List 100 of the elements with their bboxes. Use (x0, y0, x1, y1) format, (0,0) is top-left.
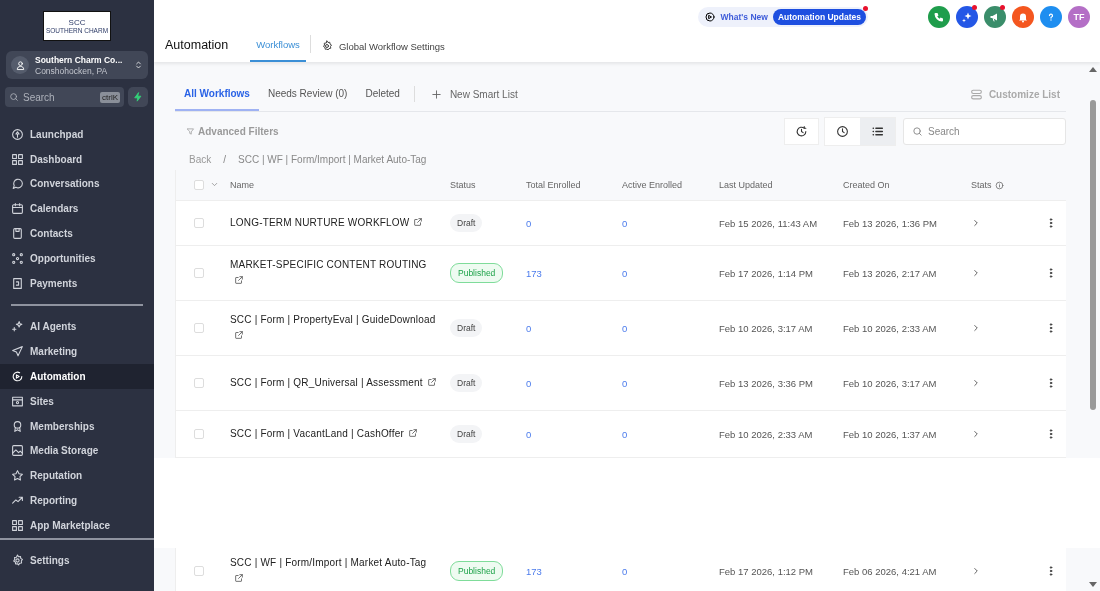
status-badge: Draft (450, 425, 483, 443)
chevron-right-icon[interactable] (971, 323, 981, 333)
nav-item[interactable]: Dashboard (0, 146, 154, 172)
user-icon (14, 59, 26, 71)
external-link-icon[interactable] (234, 572, 244, 583)
active-enrolled-link[interactable]: 0 (622, 267, 719, 279)
scroll-down-icon[interactable] (1089, 582, 1097, 587)
total-enrolled-link[interactable]: 0 (526, 428, 622, 440)
workflow-name[interactable]: SCC | Form | PropertyEval | GuideDownload (230, 313, 436, 325)
chevron-right-icon[interactable] (971, 378, 981, 388)
settings-icon (320, 40, 333, 52)
search-field[interactable]: Search (903, 117, 1066, 145)
bell-button[interactable] (1012, 6, 1034, 28)
external-link-icon[interactable] (407, 427, 418, 438)
active-enrolled-link[interactable]: 0 (622, 217, 719, 229)
workflow-name[interactable]: MARKET-SPECIFIC CONTENT ROUTING (230, 258, 427, 270)
nav-item[interactable]: Calendars (0, 196, 154, 222)
view-toggle[interactable] (860, 117, 895, 145)
paper-plane-icon (11, 345, 24, 359)
table-cell-text: Feb 15 2026, 11:43 AM (719, 217, 819, 229)
row-checkbox[interactable] (194, 429, 204, 439)
nav-item[interactable]: Marketing (0, 339, 154, 365)
search-field[interactable]: Search ctrlK (5, 87, 124, 107)
nav-item[interactable]: Automation (0, 364, 154, 389)
page-title: Automation (165, 38, 229, 54)
select-all-checkbox[interactable] (194, 180, 204, 190)
total-enrolled-link[interactable]: 0 (526, 322, 622, 334)
workflow-name[interactable]: LONG-TERM NURTURE WORKFLOW (230, 216, 410, 228)
active-enrolled-link[interactable]: 0 (622, 565, 719, 577)
nodes-icon (11, 251, 24, 265)
megaphone-button[interactable] (984, 6, 1006, 28)
nav-item[interactable]: Reputation (0, 463, 154, 489)
nav-item[interactable]: Media Storage (0, 438, 154, 464)
chevron-right-icon[interactable] (971, 429, 981, 439)
scroll-up-icon[interactable] (1089, 67, 1097, 72)
nav-item[interactable]: Memberships (0, 413, 154, 439)
row-checkbox[interactable] (194, 268, 204, 278)
row-checkbox[interactable] (194, 323, 204, 333)
list-tab[interactable]: Needs Review (0) (258, 77, 357, 111)
list-tab[interactable]: Deleted (356, 77, 409, 111)
image-icon (11, 444, 24, 458)
header-tab[interactable]: Workflows (250, 39, 306, 62)
workflow-name[interactable]: SCC | Form | VacantLand | CashOffer (230, 427, 404, 439)
total-enrolled-link[interactable]: 173 (526, 565, 622, 577)
new-smart-list-button[interactable]: New Smart List (424, 87, 524, 101)
sparkle-button[interactable] (956, 6, 978, 28)
nav-item[interactable]: Reporting (0, 488, 154, 513)
settings-link[interactable]: Global Workflow Settings (320, 40, 445, 62)
list-tab[interactable]: All Workflows (175, 77, 259, 111)
phone-button[interactable] (928, 6, 950, 28)
plus-icon (430, 88, 442, 100)
nav-item[interactable]: Opportunities (0, 246, 154, 271)
nav-item[interactable]: Conversations (0, 171, 154, 197)
external-link-icon[interactable] (234, 274, 244, 285)
total-enrolled-link[interactable]: 173 (526, 267, 622, 279)
chevron-right-icon[interactable] (971, 566, 981, 576)
nav-item[interactable]: AI Agents (0, 314, 154, 340)
award-icon (11, 419, 24, 433)
info-icon (994, 180, 1004, 190)
history-button[interactable] (784, 117, 819, 145)
quick-action-button[interactable] (128, 87, 148, 107)
nav-item[interactable]: Launchpad (0, 122, 154, 147)
whats-new-button[interactable]: What's New Automation Updates (697, 7, 868, 27)
chevron-right-icon[interactable] (971, 268, 981, 278)
sparkle-icon (11, 320, 24, 334)
row-checkbox[interactable] (194, 218, 204, 228)
workflow-name[interactable]: SCC | Form | QR_Universal | Assessment (230, 376, 423, 388)
nav-item[interactable]: Settings (0, 547, 154, 573)
total-enrolled-link[interactable]: 0 (526, 377, 622, 389)
nav-item[interactable]: Sites (0, 388, 154, 414)
scrollbar-thumb[interactable] (1090, 100, 1096, 410)
external-link-icon[interactable] (413, 216, 424, 227)
column-header: Stats (971, 180, 992, 190)
table-cell-text: Feb 06 2026, 4:21 AM (843, 565, 938, 577)
row-checkbox[interactable] (194, 378, 204, 388)
active-enrolled-link[interactable]: 0 (622, 428, 719, 440)
account-switcher[interactable]: Southern Charm Co... Conshohocken, PA (6, 51, 148, 79)
nav-item[interactable]: Payments (0, 270, 154, 296)
chevron-up-down-icon (134, 59, 143, 71)
column-header: Created On (843, 180, 891, 190)
history-icon (795, 124, 808, 138)
active-enrolled-link[interactable]: 0 (622, 377, 719, 389)
table-cell-text: Feb 13 2026, 1:36 PM (843, 217, 938, 229)
external-link-icon[interactable] (234, 329, 244, 340)
row-checkbox[interactable] (194, 566, 204, 576)
grid-icon (11, 518, 24, 532)
play-circle-icon (11, 370, 24, 384)
workflow-name[interactable]: SCC | WF | Form/Import | Market Auto-Tag (230, 556, 427, 568)
nav-item[interactable]: App Marketplace (0, 512, 154, 538)
nav-item[interactable]: Contacts (0, 221, 154, 246)
table-cell-text: Feb 17 2026, 1:14 PM (719, 267, 814, 279)
table-cell-text: Feb 10 2026, 1:37 AM (843, 428, 938, 440)
table-cell-text: Feb 10 2026, 2:33 AM (843, 322, 938, 334)
updates-badge: Automation Updates (772, 9, 866, 25)
external-link-icon[interactable] (426, 376, 437, 387)
active-enrolled-link[interactable]: 0 (622, 322, 719, 334)
view-toggle[interactable] (825, 117, 860, 145)
chevron-right-icon[interactable] (971, 218, 981, 228)
help-button[interactable] (1040, 6, 1062, 28)
total-enrolled-link[interactable]: 0 (526, 217, 622, 229)
